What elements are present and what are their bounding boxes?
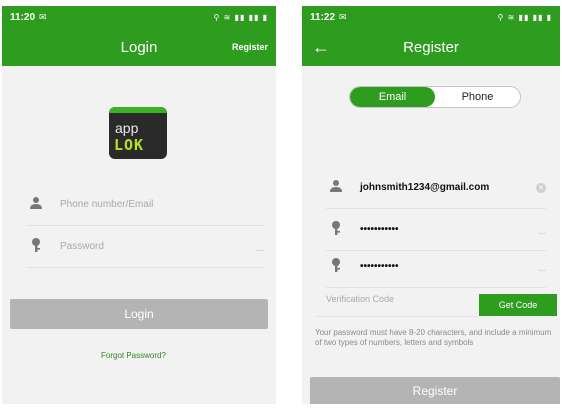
app-bar: ← Register [302,28,560,66]
person-icon [26,196,46,213]
tab-email[interactable]: Email [350,87,435,107]
status-time: 11:22 [310,11,336,23]
eye-hidden-icon[interactable]: ‿ [539,261,546,272]
status-icons: ⚲ ≋ ▮▮ ▮▮ ▮ [213,12,268,22]
login-button[interactable]: Login [10,299,268,329]
tab-phone[interactable]: Phone [435,87,520,107]
back-arrow-icon[interactable]: ← [312,38,330,56]
password-placeholder: Password [60,241,104,252]
status-time: 11:20 [10,11,36,23]
confirm-password-field[interactable]: ••••••••••• ‿ [326,246,546,288]
phone-email-field[interactable]: Phone number/Email [26,184,264,226]
register-button[interactable]: Register [310,377,560,404]
password-hint: Your password must have 8-20 characters,… [315,328,552,347]
message-icon: ✉ [339,11,347,22]
key-icon [326,257,346,276]
divider [316,316,478,317]
message-icon: ✉ [39,11,47,22]
password-field[interactable]: ••••••••••• ‿ [326,209,546,251]
app-logo: app LOK [109,107,167,159]
password-field[interactable]: Password ‿ [26,226,264,268]
phone-email-placeholder: Phone number/Email [60,199,154,210]
forgot-password-link[interactable]: Forgot Password? [101,351,166,360]
app-bar: Login Register [2,28,276,66]
password-value: ••••••••••• [360,224,399,235]
status-bar: 11:22 ✉ ⚲ ≋ ▮▮ ▮▮ ▮ [302,6,560,28]
register-link[interactable]: Register [232,42,268,52]
email-phone-toggle: Email Phone [349,86,521,108]
person-icon [326,179,346,196]
get-code-button[interactable]: Get Code [479,294,557,316]
clear-icon[interactable]: ✕ [536,182,546,193]
email-field[interactable]: johnsmith1234@gmail.com ✕ [326,167,546,209]
email-value: johnsmith1234@gmail.com [360,182,490,193]
eye-hidden-icon[interactable]: ‿ [539,224,546,235]
page-title: Login [120,38,158,56]
logo-text-top: app [115,120,139,136]
register-screen: 11:22 ✉ ⚲ ≋ ▮▮ ▮▮ ▮ ← Register Email Pho… [302,6,560,404]
eye-hidden-icon[interactable]: ‿ [257,241,264,252]
key-icon [326,220,346,239]
login-screen: 11:20 ✉ ⚲ ≋ ▮▮ ▮▮ ▮ Login Register app L… [2,6,276,404]
page-title: Register [403,38,459,56]
logo-text-bottom: LOK [114,136,145,154]
key-icon [26,237,46,256]
verification-code-input[interactable]: Verification Code [326,294,394,304]
confirm-password-value: ••••••••••• [360,261,399,272]
status-bar: 11:20 ✉ ⚲ ≋ ▮▮ ▮▮ ▮ [2,6,276,28]
status-icons: ⚲ ≋ ▮▮ ▮▮ ▮ [497,12,552,22]
